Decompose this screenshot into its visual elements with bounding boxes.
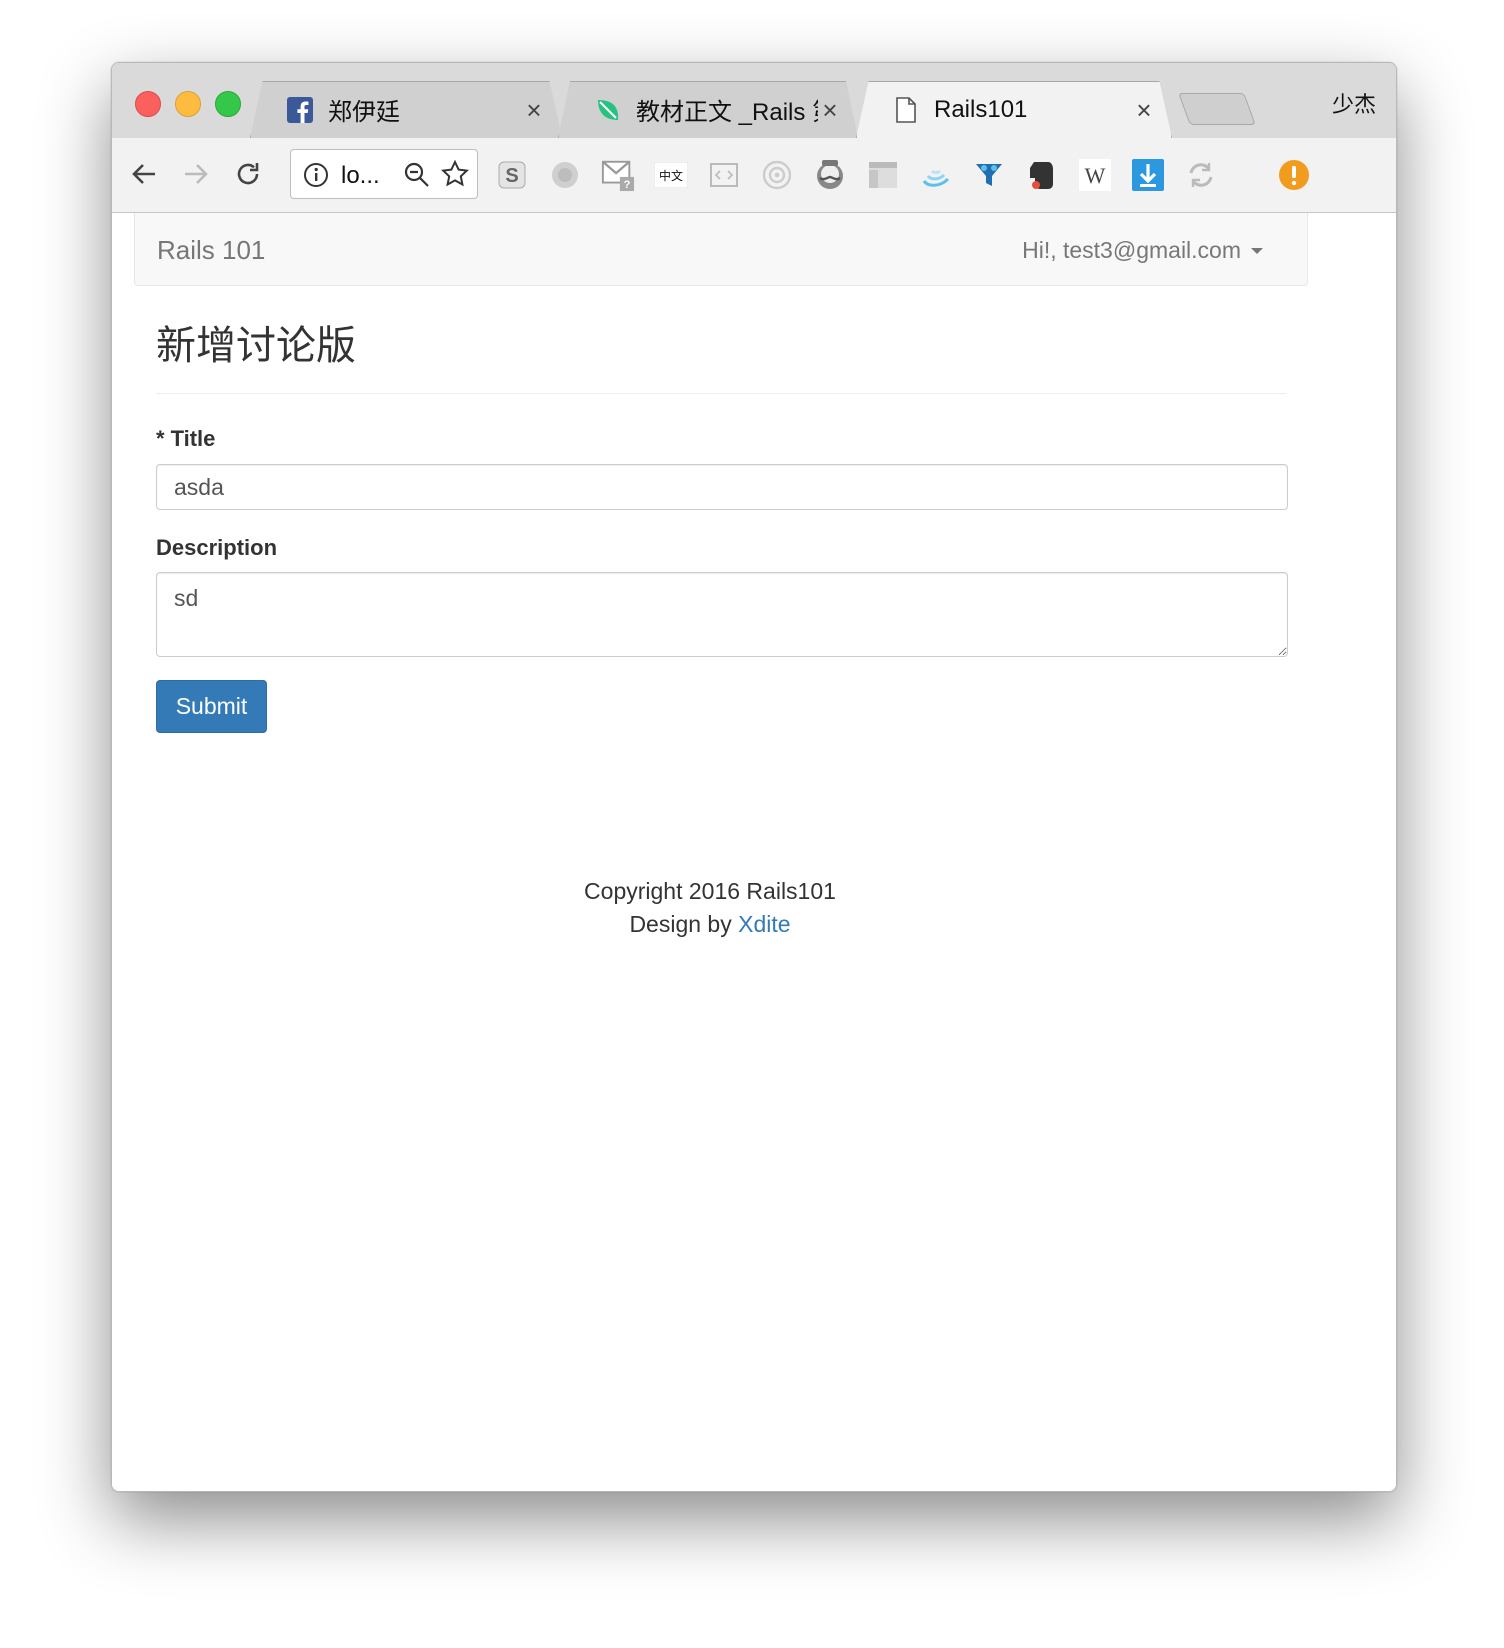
design-prefix: Design by	[629, 911, 732, 937]
sync-icon[interactable]	[1184, 158, 1218, 192]
footer: Copyright 2016 Rails101 Design by Xdite	[112, 875, 1308, 941]
address-bar[interactable]: lo...	[290, 149, 478, 199]
user-greeting[interactable]: Hi!, test3@gmail.com	[1022, 237, 1241, 264]
svg-text:?: ?	[624, 179, 631, 191]
arrow-right-icon	[185, 164, 208, 184]
facebook-icon	[286, 96, 314, 124]
bookmark-star-icon[interactable]	[440, 159, 470, 193]
reload-icon	[237, 163, 259, 185]
wikipedia-icon[interactable]: W	[1078, 158, 1112, 192]
title-label-text: Title	[170, 426, 216, 451]
s-icon[interactable]: S	[495, 158, 529, 192]
page-title: 新增讨论版	[156, 324, 356, 368]
required-mark: *	[156, 426, 165, 451]
arrow-left-icon	[132, 164, 155, 184]
description-textarea[interactable]: sd	[156, 572, 1288, 657]
description-label: Description	[156, 535, 278, 560]
tab-rails-book[interactable]: 教材正文 _Rails 第三 ×	[558, 81, 858, 138]
wave-icon[interactable]	[919, 158, 953, 192]
svg-text:中文: 中文	[659, 168, 683, 183]
gmail-help-icon[interactable]: ?	[601, 158, 635, 192]
close-window-button[interactable]	[135, 91, 161, 117]
url-text[interactable]: lo...	[341, 162, 380, 190]
info-icon[interactable]	[303, 162, 329, 193]
back-button[interactable]	[124, 154, 164, 194]
close-tab-icon[interactable]: ×	[1132, 97, 1156, 123]
svg-text:S: S	[505, 165, 518, 187]
close-tab-icon[interactable]: ×	[522, 97, 546, 123]
circle-icon[interactable]	[548, 158, 582, 192]
copyright-text: Copyright 2016 Rails101	[584, 878, 836, 904]
alert-icon[interactable]	[1277, 158, 1311, 192]
reload-button[interactable]	[228, 154, 268, 194]
forward-button[interactable]	[176, 154, 216, 194]
divider	[156, 393, 1286, 394]
designer-link[interactable]: Xdite	[738, 911, 790, 937]
minimize-window-button[interactable]	[175, 91, 201, 117]
funnel-icon[interactable]	[972, 158, 1006, 192]
design-credit: Design by Xdite	[112, 908, 1308, 941]
zoom-icon[interactable]	[403, 161, 431, 194]
layout-icon[interactable]	[866, 158, 900, 192]
download-icon[interactable]	[1131, 158, 1165, 192]
page-icon	[892, 96, 920, 124]
code-icon[interactable]	[707, 158, 741, 192]
svg-text:W: W	[1085, 163, 1106, 188]
evernote-icon[interactable]	[1025, 158, 1059, 192]
navbar-brand[interactable]: Rails 101	[157, 235, 265, 266]
leaf-icon	[594, 96, 622, 124]
browser-window: 郑伊廷 × 教材正文 _Rails 第三 × Rails101 × 少杰	[111, 62, 1397, 1492]
site-navbar: Rails 101 Hi!, test3@gmail.com	[134, 213, 1308, 286]
profile-name[interactable]: 少杰	[1332, 87, 1376, 119]
user-dropdown[interactable]: Hi!, test3@gmail.com	[1022, 237, 1263, 264]
title-input[interactable]	[156, 464, 1288, 510]
close-tab-icon[interactable]: ×	[818, 97, 842, 123]
browser-toolbar: lo... S ? 中文 W	[112, 138, 1396, 213]
tab-facebook[interactable]: 郑伊廷 ×	[250, 81, 562, 138]
page-content: Rails 101 Hi!, test3@gmail.com 新增讨论版 * Ti…	[112, 213, 1396, 1491]
tab-strip: 郑伊廷 × 教材正文 _Rails 第三 × Rails101 × 少杰	[112, 63, 1396, 139]
caret-down-icon	[1251, 247, 1263, 254]
tab-label: Rails101	[934, 95, 1028, 123]
chinese-text-icon[interactable]: 中文	[654, 158, 688, 192]
maximize-window-button[interactable]	[215, 91, 241, 117]
tab-label: 教材正文 _Rails 第三	[636, 99, 818, 126]
tab-rails101[interactable]: Rails101 ×	[856, 81, 1172, 138]
title-label: * Title	[156, 426, 215, 452]
mustache-icon[interactable]	[813, 158, 847, 192]
target-icon[interactable]	[760, 158, 794, 192]
tab-label: 郑伊廷	[328, 99, 400, 126]
submit-button[interactable]: Submit	[156, 680, 267, 733]
new-tab-button[interactable]	[1178, 93, 1256, 125]
